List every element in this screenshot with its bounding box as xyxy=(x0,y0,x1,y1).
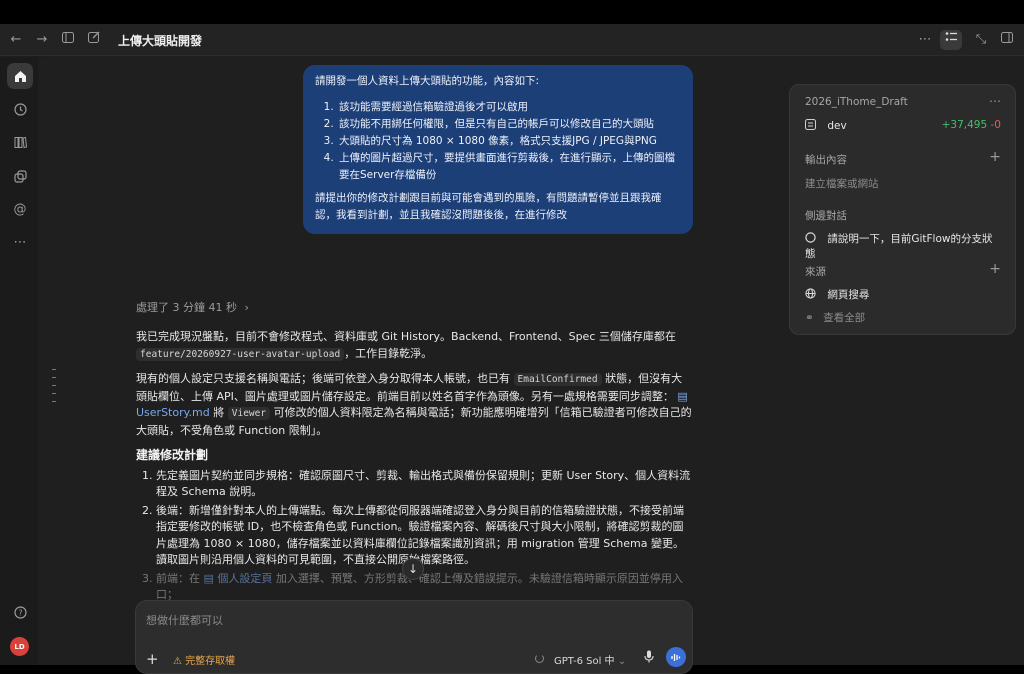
add-output-icon[interactable]: + xyxy=(989,149,1001,165)
voice-mode-icon[interactable] xyxy=(666,647,686,667)
svg-text:?: ? xyxy=(18,608,22,617)
user-message-intro: 請開發一個人資料上傳大頭貼的功能，內容如下: xyxy=(315,75,540,87)
warning-icon: ⚠ xyxy=(173,656,182,667)
side-chat-section-header: 側邊對話 xyxy=(805,208,1001,223)
chevron-down-icon: ⌄ xyxy=(617,656,627,667)
project-name: 2026_iThome_Draft xyxy=(805,96,908,108)
git-branch-icon xyxy=(805,119,819,132)
side-chat-label: 請說明一下，目前GitFlow的分支狀態 xyxy=(805,233,993,260)
file-link-label: UserStory.md xyxy=(136,406,210,419)
output-hint: 建立檔案或網站 xyxy=(805,178,879,190)
new-chat-icon[interactable] xyxy=(85,31,103,49)
thinking-duration[interactable]: 處理了 3 分鐘 41 秒 › xyxy=(136,299,249,315)
loading-spinner-icon xyxy=(535,654,544,663)
list-item: 上傳的圖片超過尺寸，要提供畫面進行剪裁後，在進行顯示，上傳的圖檔要在Server… xyxy=(337,150,681,184)
output-title: 輸出內容 xyxy=(805,154,847,166)
avatar[interactable]: LD xyxy=(10,637,29,656)
model-label: GPT-6 Sol 中 xyxy=(554,656,615,667)
menu-bar xyxy=(0,0,1024,24)
response-paragraph: 我已完成現況盤點，目前不會修改程式、資料庫或 Git History。Backe… xyxy=(136,329,692,363)
additions-count: +37,495 xyxy=(941,119,988,131)
back-arrow-icon[interactable]: ← xyxy=(7,31,25,49)
branch-name: dev xyxy=(827,120,847,132)
file-link[interactable]: ▤ 個人設定頁 xyxy=(204,572,273,585)
scroll-to-bottom-icon[interactable]: ↓ xyxy=(402,558,424,580)
output-section-header: 輸出內容 + xyxy=(805,149,1001,167)
chevron-right-icon: › xyxy=(244,301,249,314)
chat-bubble-icon xyxy=(805,232,819,245)
left-rail: @ ⋯ ? LD xyxy=(0,57,38,665)
library-icon[interactable] xyxy=(7,129,33,155)
side-chat-title: 側邊對話 xyxy=(805,210,847,222)
response-text: 現有的個人設定只支援名稱與電話；後端可依登入身分取得本人帳號，也已有 xyxy=(136,372,510,385)
more-options-icon[interactable]: ⋯ xyxy=(916,31,934,49)
web-search-label: 網頁搜尋 xyxy=(827,289,870,301)
app-window: ← → 上傳大頭貼開發 ⋯ ⤡ @ ⋯ ? LD 請開發一個人資料上傳大頭貼的功… xyxy=(0,24,1024,674)
user-message-list: 該功能需要經過信箱驗證過後才可以啟用 該功能不用綁任何權限，但是只有自己的帳戶可… xyxy=(315,99,681,184)
view-all-label: 查看全部 xyxy=(823,312,866,324)
list-item: 大頭貼的尺寸為 1080 × 1080 像素，格式只支援JPG / JPEG與P… xyxy=(337,133,681,150)
globe-icon xyxy=(805,288,819,301)
inline-code: EmailConfirmed xyxy=(513,373,602,386)
history-icon[interactable] xyxy=(7,96,33,122)
file-icon: ▤ xyxy=(677,389,688,403)
response-paragraph: 現有的個人設定只支援名稱與電話；後端可依登入身分取得本人帳號，也已有 Email… xyxy=(136,371,692,439)
home-icon[interactable] xyxy=(7,63,33,89)
view-all-link[interactable]: ⚭ 查看全部 xyxy=(805,310,1001,325)
sources-section-header: 來源 + xyxy=(805,261,1001,279)
add-attachment-icon[interactable]: + xyxy=(146,650,159,668)
thinking-label: 處理了 3 分鐘 41 秒 xyxy=(136,301,237,314)
list-item: 該功能需要經過信箱驗證過後才可以啟用 xyxy=(337,99,681,116)
response-text: ，工作目錄乾淨。 xyxy=(344,346,433,360)
side-panel: 2026_iThome_Draft ⋯ dev +37,495 -0 輸出內容 … xyxy=(789,84,1016,335)
list-item: 該功能不用綁任何權限，但是只有自己的帳戶可以修改自己的大頭貼 xyxy=(337,116,681,133)
panel-layout-icon[interactable] xyxy=(998,31,1016,49)
composer: + ⚠ 完整存取權 GPT-6 Sol 中 ⌄ xyxy=(135,600,693,674)
project-row: 2026_iThome_Draft ⋯ xyxy=(805,94,1001,108)
sources-title: 來源 xyxy=(805,266,826,278)
scroll-indicator[interactable] xyxy=(52,369,56,409)
response-text: 我已完成現況盤點，目前不會修改程式、資料庫或 Git History。Backe… xyxy=(136,330,676,343)
more-icon[interactable]: ⋯ xyxy=(7,229,33,255)
plan-list: 先定義圖片契約並同步規格：確認原圖尺寸、剪裁、輸出格式與備份保留規則；更新 Us… xyxy=(136,468,692,604)
help-icon[interactable]: ? xyxy=(7,599,33,625)
title-bar: ← → 上傳大頭貼開發 ⋯ ⤡ xyxy=(0,24,1024,56)
list-item: 前端：在 ▤ 個人設定頁 加入選擇、預覽、方形剪裁、確認上傳及錯誤提示。未驗證信… xyxy=(156,571,692,604)
list-item: 先定義圖片契約並同步規格：確認原圖尺寸、剪裁、輸出格式與備份保留規則；更新 Us… xyxy=(156,468,692,501)
response-text: 前端：在 xyxy=(156,571,200,585)
deletions-count: -0 xyxy=(990,119,1001,131)
user-message-request: 請提出你的修改計劃跟目前與可能會遇到的風險，有問題請暫停並且跟我確認，我看到計劃… xyxy=(315,192,662,221)
user-message: 請開發一個人資料上傳大頭貼的功能，內容如下: 該功能需要經過信箱驗證過後才可以啟… xyxy=(303,65,693,234)
more-options-icon[interactable]: ⋯ xyxy=(989,94,1001,108)
collapse-icon[interactable]: ⤡ xyxy=(972,31,990,49)
mentions-icon[interactable]: @ xyxy=(7,196,33,222)
side-panel-toggle-icon[interactable] xyxy=(940,30,962,50)
web-search-item[interactable]: 網頁搜尋 xyxy=(805,287,1001,302)
list-item: 後端：新增僅針對本人的上傳端點。每次上傳都從伺服器端確認登入身分與目前的信箱驗證… xyxy=(156,503,692,569)
side-chat-item[interactable]: 請說明一下，目前GitFlow的分支狀態 xyxy=(805,231,1001,261)
forward-arrow-icon[interactable]: → xyxy=(33,31,51,49)
sidebar-toggle-icon[interactable] xyxy=(59,31,77,49)
link-icon: ⚭ xyxy=(805,312,814,324)
plan-heading: 建議修改計劃 xyxy=(136,448,209,462)
add-source-icon[interactable]: + xyxy=(989,261,1001,277)
response-text: 將 xyxy=(213,406,225,419)
microphone-icon[interactable] xyxy=(644,650,654,666)
window-title: 上傳大頭貼開發 xyxy=(118,34,203,48)
branch-code: feature/20260927-user-avatar-upload xyxy=(136,347,345,361)
plugins-icon[interactable] xyxy=(7,163,33,189)
branch-row[interactable]: dev +37,495 -0 xyxy=(805,119,1001,132)
prompt-input[interactable] xyxy=(146,612,676,628)
file-link-label: 個人設定頁 xyxy=(217,571,273,585)
inline-code: Viewer xyxy=(227,407,271,420)
access-mode-label: 完整存取權 xyxy=(185,656,236,667)
